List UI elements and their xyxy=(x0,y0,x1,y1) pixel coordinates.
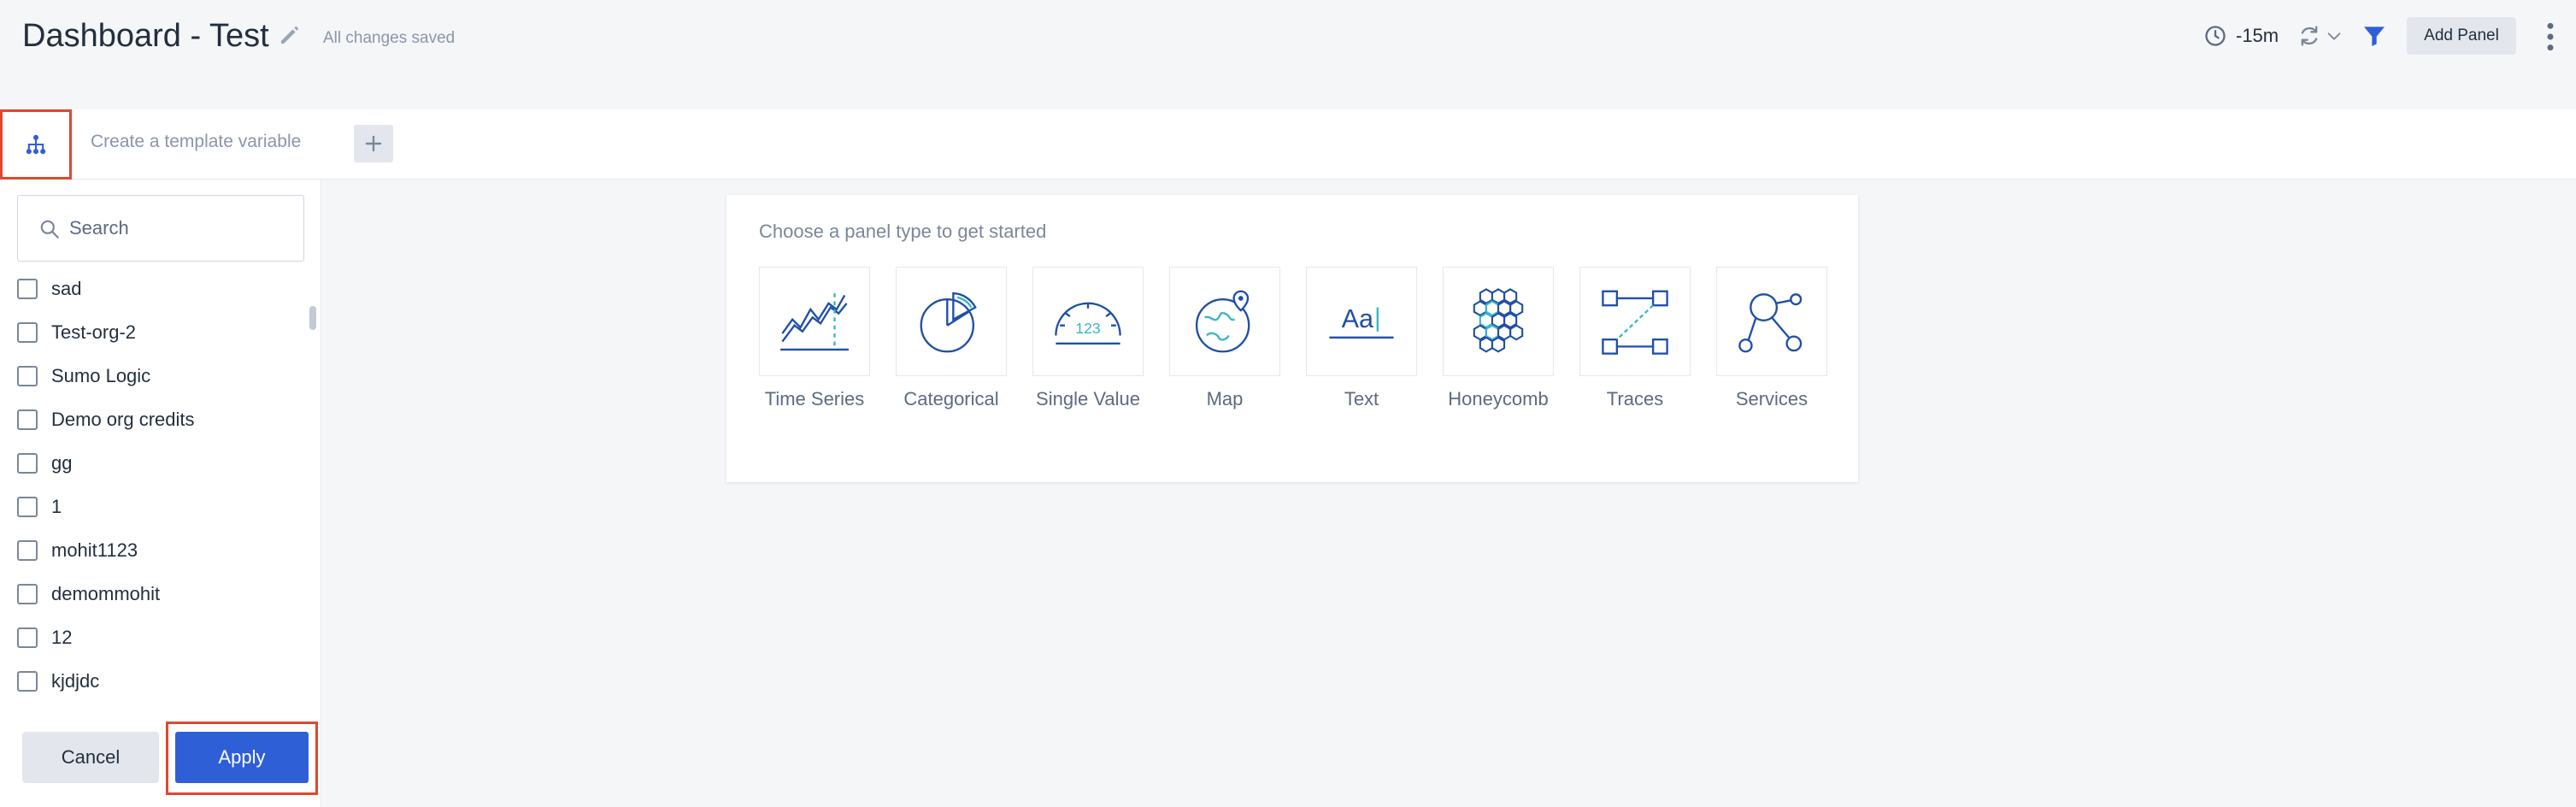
checkbox[interactable] xyxy=(17,279,38,299)
checkbox[interactable] xyxy=(17,453,38,474)
svg-text:Aa: Aa xyxy=(1342,304,1373,333)
chooser-prompt: Choose a panel type to get started xyxy=(759,221,1047,242)
dashboard-header: Dashboard - Test All changes saved -15m … xyxy=(0,0,2576,109)
list-item-label: kjdjdc xyxy=(51,670,100,692)
chevron-down-icon xyxy=(2327,32,2341,40)
list-item[interactable]: Demo org credits xyxy=(17,403,195,437)
checkbox[interactable] xyxy=(17,409,38,430)
time-series-icon xyxy=(780,293,849,351)
panel-type-label: Categorical xyxy=(903,388,999,409)
list-item[interactable]: Sumo Logic xyxy=(17,359,150,393)
list-scrollbar[interactable] xyxy=(309,306,316,330)
list-item[interactable]: 1 xyxy=(17,490,62,524)
page-title: Dashboard - Test xyxy=(22,18,269,54)
honeycomb-icon xyxy=(1473,288,1524,353)
list-item-label: mohit1123 xyxy=(51,539,138,561)
time-range-label: -15m xyxy=(2236,25,2279,46)
cancel-button[interactable]: Cancel xyxy=(22,732,159,783)
save-status: All changes saved xyxy=(323,29,456,47)
tile-box: 123 xyxy=(1032,267,1144,376)
panel-type-label: Map xyxy=(1206,388,1244,409)
apply-highlight: Apply xyxy=(166,722,318,795)
checkbox[interactable] xyxy=(17,540,38,561)
svg-text:123: 123 xyxy=(1075,320,1101,337)
checkbox[interactable] xyxy=(17,497,38,517)
checkbox[interactable] xyxy=(17,584,38,604)
more-options-icon[interactable] xyxy=(2540,21,2561,53)
add-panel-button[interactable]: Add Panel xyxy=(2407,17,2516,55)
list-item[interactable]: sad xyxy=(17,272,81,306)
list-item-label: Demo org credits xyxy=(51,409,195,430)
tile-box: Aa xyxy=(1306,267,1417,376)
search-icon xyxy=(40,220,59,239)
panel-type-label: Traces xyxy=(1606,388,1664,409)
list-item-label: gg xyxy=(51,452,73,474)
list-item[interactable]: Test-org-2 xyxy=(17,315,136,350)
list-item-label: 1 xyxy=(51,496,62,517)
panel-type-categorical[interactable]: Categorical xyxy=(896,267,1007,410)
tile-box xyxy=(1169,267,1280,376)
list-item-label: Test-org-2 xyxy=(51,321,137,343)
checkbox[interactable] xyxy=(17,627,38,648)
panel-type-label: Honeycomb xyxy=(1448,388,1549,409)
panel-type-time-series[interactable]: Time Series xyxy=(759,267,870,410)
tile-box xyxy=(759,267,870,376)
panel-type-label: Single Value xyxy=(1036,388,1140,409)
panel-type-label: Time Series xyxy=(764,388,865,409)
list-item[interactable]: demommohit xyxy=(17,577,160,611)
time-range-picker[interactable]: -15m xyxy=(2203,22,2279,50)
panel-type-label: Services xyxy=(1735,388,1808,409)
text-icon: Aa xyxy=(1329,304,1394,339)
search-input[interactable] xyxy=(69,209,291,247)
add-template-variable-button[interactable] xyxy=(354,125,393,162)
panel-type-label: Text xyxy=(1344,388,1379,409)
list-item[interactable]: mohit1123 xyxy=(17,533,138,568)
panel-type-traces[interactable]: Traces xyxy=(1579,267,1691,410)
template-variable-toggle[interactable] xyxy=(0,109,72,180)
plus-icon xyxy=(365,135,382,152)
search-field[interactable] xyxy=(17,195,304,262)
list-item-label: demommohit xyxy=(51,583,161,604)
pencil-icon[interactable] xyxy=(277,22,303,48)
categorical-icon xyxy=(920,292,977,353)
map-icon xyxy=(1195,290,1250,353)
checkbox[interactable] xyxy=(17,322,38,343)
panel-type-single-value[interactable]: 123 Single Value xyxy=(1032,267,1144,410)
panel-type-honeycomb[interactable]: Honeycomb xyxy=(1443,267,1554,410)
list-item[interactable]: kjdjdc xyxy=(17,664,99,698)
services-icon xyxy=(1738,293,1803,353)
list-item-label: sad xyxy=(51,278,82,299)
hierarchy-icon xyxy=(26,134,46,155)
tile-box xyxy=(1443,267,1554,376)
clock-icon xyxy=(2205,26,2226,46)
checkbox[interactable] xyxy=(17,366,38,386)
apply-button[interactable]: Apply xyxy=(175,732,309,783)
list-item-label: 12 xyxy=(51,627,73,648)
tile-box xyxy=(896,267,1007,376)
create-template-variable-link[interactable]: Create a template variable xyxy=(91,132,301,152)
panel-type-services[interactable]: Services xyxy=(1716,267,1827,410)
traces-icon xyxy=(1602,290,1668,355)
tile-box xyxy=(1716,267,1827,376)
single-value-icon: 123 xyxy=(1055,302,1121,345)
list-item-label: Sumo Logic xyxy=(51,365,151,386)
checkbox[interactable] xyxy=(17,671,38,692)
filter-icon[interactable] xyxy=(2361,22,2388,50)
panel-type-map[interactable]: Map xyxy=(1169,267,1280,410)
filter-panel: sad Test-org-2 Sumo Logic Demo org credi… xyxy=(0,180,321,807)
panel-type-chooser: Choose a panel type to get started Time … xyxy=(726,195,1858,482)
panel-type-text[interactable]: Aa Text xyxy=(1306,267,1417,410)
refresh-icon xyxy=(2301,26,2318,46)
list-item[interactable]: 12 xyxy=(17,621,72,655)
list-item[interactable]: gg xyxy=(17,446,72,480)
refresh-menu[interactable] xyxy=(2297,22,2344,50)
tile-box xyxy=(1579,267,1691,376)
